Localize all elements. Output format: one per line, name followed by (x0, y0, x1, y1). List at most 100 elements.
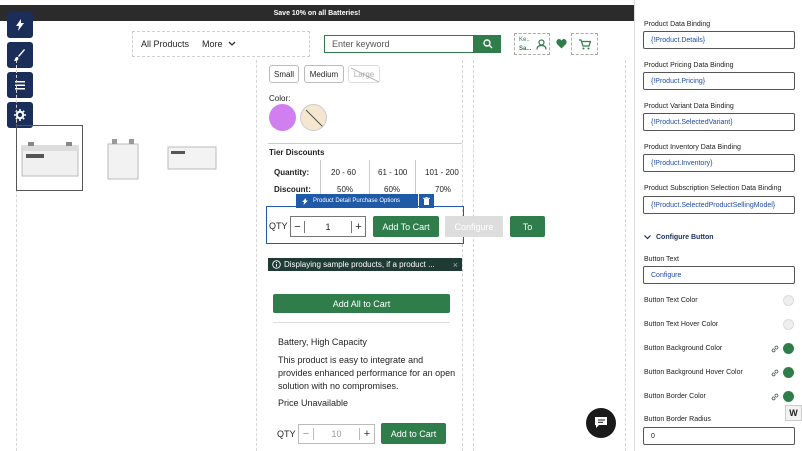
component-tag: Product Detail Purchase Options (296, 194, 418, 208)
color-swatch-purple[interactable] (269, 104, 296, 131)
quantity-stepper[interactable]: − 10 + (298, 424, 375, 444)
canvas-guide (473, 60, 474, 451)
tier-quantity-cell: 20 - 60 (331, 168, 356, 177)
product-thumbnail[interactable] (166, 143, 218, 171)
close-icon[interactable]: × (453, 260, 458, 270)
header-nav: All Products More (132, 31, 310, 57)
tier-quantity-cell: 61 - 100 (378, 168, 408, 177)
search-button[interactable] (474, 35, 501, 53)
increment-button[interactable]: + (351, 220, 365, 233)
trash-icon (423, 197, 430, 205)
tier-quantity-cell: 101 - 200 (425, 168, 459, 177)
canvas-guide (462, 60, 463, 451)
lightning-icon (302, 197, 308, 205)
divider (273, 322, 450, 323)
product-data-binding-input[interactable]: {!Product.Details} (643, 31, 795, 49)
tier-quantity-label: Quantity: (274, 168, 310, 177)
add-all-to-cart-button[interactable]: Add All to Cart (273, 294, 450, 313)
color-swatch-button[interactable] (783, 391, 794, 402)
size-option-small[interactable]: Small (269, 65, 299, 83)
section-title: Configure Button (656, 234, 714, 241)
lightning-icon (16, 19, 24, 31)
cart-icon (578, 38, 591, 49)
binding-label: Product Pricing Data Binding (644, 62, 734, 69)
cart-button[interactable] (571, 33, 598, 55)
search-input[interactable]: Enter keyword (324, 35, 474, 53)
product-thumbnail[interactable] (104, 136, 142, 181)
heart-icon[interactable] (556, 39, 567, 49)
user-icon (536, 39, 547, 50)
decrement-button[interactable]: − (299, 428, 314, 440)
color-setting-label: Button Border Color (644, 393, 706, 400)
quantity-value[interactable]: 1 (305, 222, 351, 232)
chat-button[interactable] (586, 408, 616, 438)
configure-button-section-toggle[interactable]: Configure Button (644, 234, 714, 241)
size-option-medium[interactable]: Medium (304, 65, 344, 83)
chat-icon (595, 417, 607, 428)
pricing-binding-input[interactable]: {!Product.Pricing} (643, 72, 795, 90)
subscription-binding-input[interactable]: {!Product.SelectedProductSellingModel} (643, 196, 795, 214)
radius-label: Button Border Radius (644, 416, 711, 423)
sample-notice: Displaying sample products, if a product… (268, 258, 462, 271)
canvas-guide (256, 60, 257, 451)
color-swatch-button[interactable] (783, 367, 794, 378)
color-setting-label: Button Background Color (644, 345, 723, 352)
divider (369, 160, 370, 194)
increment-button[interactable]: + (359, 428, 374, 440)
decrement-button[interactable]: − (291, 220, 305, 233)
tier-discount-cell: 50% (337, 185, 354, 194)
inventory-binding-input[interactable]: {!Product.Inventory} (643, 154, 795, 172)
button-text-input[interactable]: Configure (643, 266, 795, 284)
chevron-down-icon (228, 41, 236, 46)
border-radius-input[interactable]: 0 (643, 427, 795, 445)
nav-more[interactable]: More (202, 39, 223, 49)
color-setting-label: Button Background Hover Color (644, 369, 743, 376)
color-swatch-button[interactable] (783, 295, 794, 306)
search-icon (482, 39, 492, 49)
color-swatch-cream[interactable] (300, 104, 327, 131)
qty-label: QTY (269, 221, 288, 231)
binding-label: Product Subscription Selection Data Bind… (644, 185, 782, 192)
brush-tool-button[interactable] (7, 42, 33, 68)
color-swatch-button[interactable] (783, 319, 794, 330)
to-button[interactable]: To (510, 216, 545, 237)
tier-title: Tier Discounts (269, 148, 325, 157)
search-placeholder: Enter keyword (332, 39, 390, 49)
account-menu[interactable]: Ke.. Sa... (514, 33, 550, 55)
color-setting-label: Button Text Hover Color (644, 321, 719, 328)
configure-button[interactable]: Configure (445, 216, 503, 237)
chevron-down-icon (644, 235, 651, 240)
unavailable-strike (305, 109, 324, 128)
divider (268, 143, 462, 144)
button-text-label: Button Text (644, 256, 679, 263)
tier-discount-cell: 60% (384, 185, 401, 194)
delete-component-button[interactable] (419, 194, 434, 208)
link-icon[interactable] (771, 369, 779, 377)
size-option-large[interactable]: Large (348, 65, 380, 83)
lightning-tool-button[interactable] (7, 12, 33, 38)
add-to-cart-button[interactable]: Add to Cart (381, 423, 446, 444)
product-name: Battery, High Capacity (278, 337, 367, 347)
link-icon[interactable] (771, 345, 779, 353)
color-setting-label: Button Text Color (644, 297, 698, 304)
product-thumbnail-selected[interactable] (16, 125, 83, 191)
list-tool-button[interactable] (7, 72, 33, 98)
product-description: This product is easy to integrate and pr… (278, 355, 456, 391)
quantity-value[interactable]: 10 (314, 429, 359, 439)
binding-label: Product Inventory Data Binding (644, 144, 741, 151)
notice-text: Displaying sample products, if a product… (284, 260, 435, 269)
tier-discount-cell: 70% (435, 185, 452, 194)
nav-all-products[interactable]: All Products (141, 39, 189, 49)
binding-label: Product Data Binding (644, 21, 711, 28)
link-icon[interactable] (771, 393, 779, 401)
properties-panel: Product Data Binding {!Product.Details} … (634, 0, 802, 451)
variant-binding-input[interactable]: {!Product.SelectedVariant} (643, 113, 795, 131)
w-badge-icon[interactable]: W (785, 405, 802, 421)
qty-label: QTY (277, 429, 296, 439)
battery-image (21, 142, 78, 177)
color-swatch-button[interactable] (783, 343, 794, 354)
quantity-stepper[interactable]: − 1 + (290, 216, 366, 237)
battery-image (107, 139, 139, 180)
component-tag-label: Product Detail Purchase Options (313, 198, 401, 204)
add-to-cart-button[interactable]: Add To Cart (373, 216, 439, 237)
